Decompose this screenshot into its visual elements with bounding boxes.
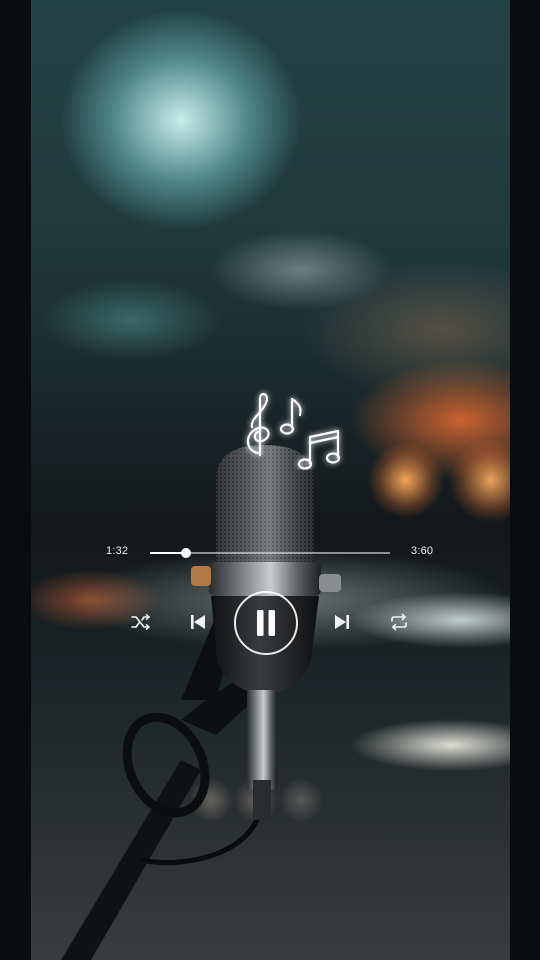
total-time: 3:60 [411, 545, 434, 557]
left-letterbox [0, 0, 31, 960]
previous-button[interactable] [186, 610, 210, 634]
right-letterbox [510, 0, 540, 960]
shuffle-icon [131, 614, 150, 630]
current-time: 1:32 [106, 545, 129, 557]
repeat-icon [391, 613, 407, 631]
play-pause-button[interactable] [234, 591, 298, 655]
progress-bar[interactable] [150, 548, 390, 558]
background-photo [31, 0, 510, 960]
skip-back-icon [191, 615, 205, 629]
pause-icon [257, 610, 275, 636]
skip-forward-icon [335, 615, 349, 629]
progress-thumb[interactable] [181, 548, 191, 558]
repeat-button[interactable] [386, 611, 412, 633]
next-button[interactable] [330, 610, 354, 634]
microphone-image [61, 445, 341, 960]
shuffle-button[interactable] [128, 611, 154, 633]
music-notes-icon [246, 393, 341, 470]
